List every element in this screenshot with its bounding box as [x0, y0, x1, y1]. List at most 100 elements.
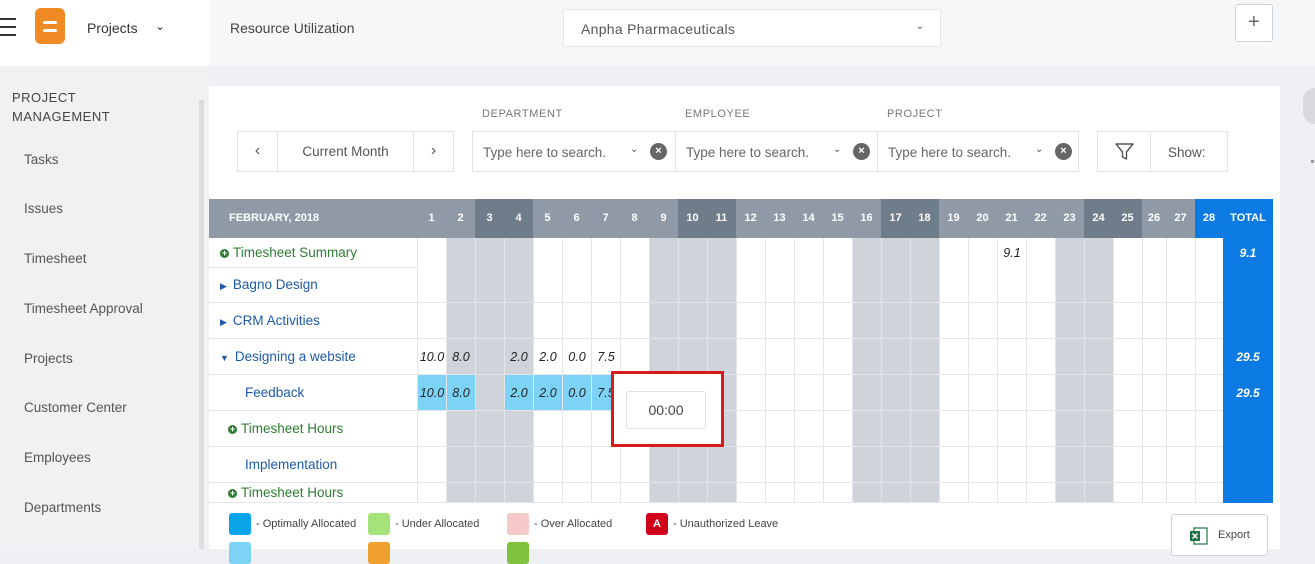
day-cell[interactable] [852, 375, 881, 410]
day-cell[interactable] [968, 267, 997, 302]
day-cell[interactable] [881, 411, 910, 446]
day-cell[interactable] [1026, 238, 1055, 267]
day-cell[interactable] [910, 483, 939, 502]
day-cell[interactable] [620, 483, 649, 502]
day-cell[interactable] [707, 483, 736, 502]
day-cell[interactable] [1055, 303, 1084, 338]
company-select[interactable]: Anpha Pharmaceuticals ⌄ [563, 9, 941, 47]
row-label[interactable]: + Timesheet Summary [220, 238, 357, 268]
employee-search[interactable]: Type here to search. ⌄ × [675, 132, 877, 171]
hamburger-menu-icon[interactable] [0, 18, 16, 36]
sidebar-item-issues[interactable]: Issues [24, 201, 63, 216]
day-cell[interactable] [475, 303, 504, 338]
day-cell[interactable] [504, 267, 533, 302]
day-cell[interactable] [939, 339, 968, 374]
day-cell[interactable] [1166, 483, 1195, 502]
day-cell[interactable] [823, 267, 852, 302]
day-cell[interactable] [1142, 267, 1166, 302]
day-cell[interactable] [765, 375, 794, 410]
department-search-input[interactable]: Type here to search. [483, 145, 606, 160]
day-cell[interactable] [562, 267, 591, 302]
day-cell[interactable] [1026, 411, 1055, 446]
day-cell[interactable] [1084, 411, 1113, 446]
day-cell[interactable] [533, 238, 562, 267]
day-cell[interactable] [1084, 238, 1113, 267]
filter-button[interactable] [1098, 132, 1151, 171]
day-cell[interactable]: 7.5 [591, 339, 620, 374]
day-cell[interactable] [939, 375, 968, 410]
day-cell[interactable] [823, 411, 852, 446]
day-cell[interactable] [852, 339, 881, 374]
day-cell[interactable] [794, 447, 823, 482]
day-cell[interactable] [446, 267, 475, 302]
sidebar-item-timesheet-approval[interactable]: Timesheet Approval [24, 301, 143, 316]
day-cell[interactable]: 8.0 [446, 339, 475, 374]
day-cell[interactable] [852, 447, 881, 482]
day-cell[interactable] [417, 267, 446, 302]
day-cell[interactable] [649, 303, 678, 338]
day-cell[interactable] [794, 238, 823, 267]
day-cell[interactable] [794, 375, 823, 410]
day-cell[interactable] [736, 238, 765, 267]
day-cell[interactable] [417, 411, 446, 446]
day-cell[interactable] [823, 303, 852, 338]
day-cell[interactable] [649, 267, 678, 302]
day-cell[interactable] [1195, 238, 1223, 267]
project-search[interactable]: Type here to search. ⌄ × [877, 132, 1078, 171]
day-cell[interactable] [939, 447, 968, 482]
sidebar-item-customer-center[interactable]: Customer Center [24, 400, 127, 415]
day-cell[interactable] [794, 267, 823, 302]
time-input[interactable]: 00:00 [626, 391, 706, 429]
day-cell[interactable] [707, 238, 736, 267]
day-cell[interactable] [997, 303, 1026, 338]
day-cell[interactable] [736, 339, 765, 374]
day-cell[interactable]: 0.0 [562, 375, 591, 410]
day-cell[interactable] [823, 339, 852, 374]
day-cell[interactable] [1113, 447, 1142, 482]
day-cell[interactable] [1166, 339, 1195, 374]
day-cell[interactable] [997, 411, 1026, 446]
day-cell[interactable] [475, 411, 504, 446]
day-cell[interactable]: 9.1 [997, 238, 1026, 267]
day-cell[interactable] [620, 339, 649, 374]
day-cell[interactable] [678, 447, 707, 482]
day-cell[interactable] [707, 267, 736, 302]
row-label[interactable]: ▼ Designing a website [220, 339, 356, 376]
day-cell[interactable] [968, 447, 997, 482]
day-cell[interactable] [1026, 303, 1055, 338]
day-cell[interactable] [765, 267, 794, 302]
day-cell[interactable] [997, 483, 1026, 502]
day-cell[interactable] [707, 339, 736, 374]
day-cell[interactable] [562, 447, 591, 482]
day-cell[interactable] [1055, 375, 1084, 410]
day-cell[interactable] [1142, 375, 1166, 410]
day-cell[interactable] [562, 483, 591, 502]
clear-icon[interactable]: × [1055, 143, 1072, 160]
export-button[interactable]: Export [1171, 514, 1268, 556]
day-cell[interactable] [417, 238, 446, 267]
day-cell[interactable] [1166, 447, 1195, 482]
day-cell[interactable]: 10.0 [417, 339, 446, 374]
day-cell[interactable] [475, 483, 504, 502]
day-cell[interactable] [852, 411, 881, 446]
day-cell[interactable] [446, 411, 475, 446]
day-cell[interactable] [533, 411, 562, 446]
day-cell[interactable] [1055, 411, 1084, 446]
day-cell[interactable] [852, 483, 881, 502]
day-cell[interactable] [997, 447, 1026, 482]
current-month-label[interactable]: Current Month [278, 144, 413, 159]
day-cell[interactable] [736, 411, 765, 446]
day-cell[interactable] [1195, 303, 1223, 338]
day-cell[interactable] [475, 339, 504, 374]
day-cell[interactable] [881, 339, 910, 374]
day-cell[interactable] [881, 483, 910, 502]
day-cell[interactable] [852, 303, 881, 338]
day-cell[interactable] [910, 375, 939, 410]
sidebar-scrollbar[interactable] [199, 100, 204, 549]
row-label[interactable]: ▶ CRM Activities [220, 303, 320, 340]
day-cell[interactable] [417, 447, 446, 482]
day-cell[interactable] [968, 411, 997, 446]
day-cell[interactable] [533, 447, 562, 482]
day-cell[interactable] [504, 411, 533, 446]
day-cell[interactable] [736, 447, 765, 482]
